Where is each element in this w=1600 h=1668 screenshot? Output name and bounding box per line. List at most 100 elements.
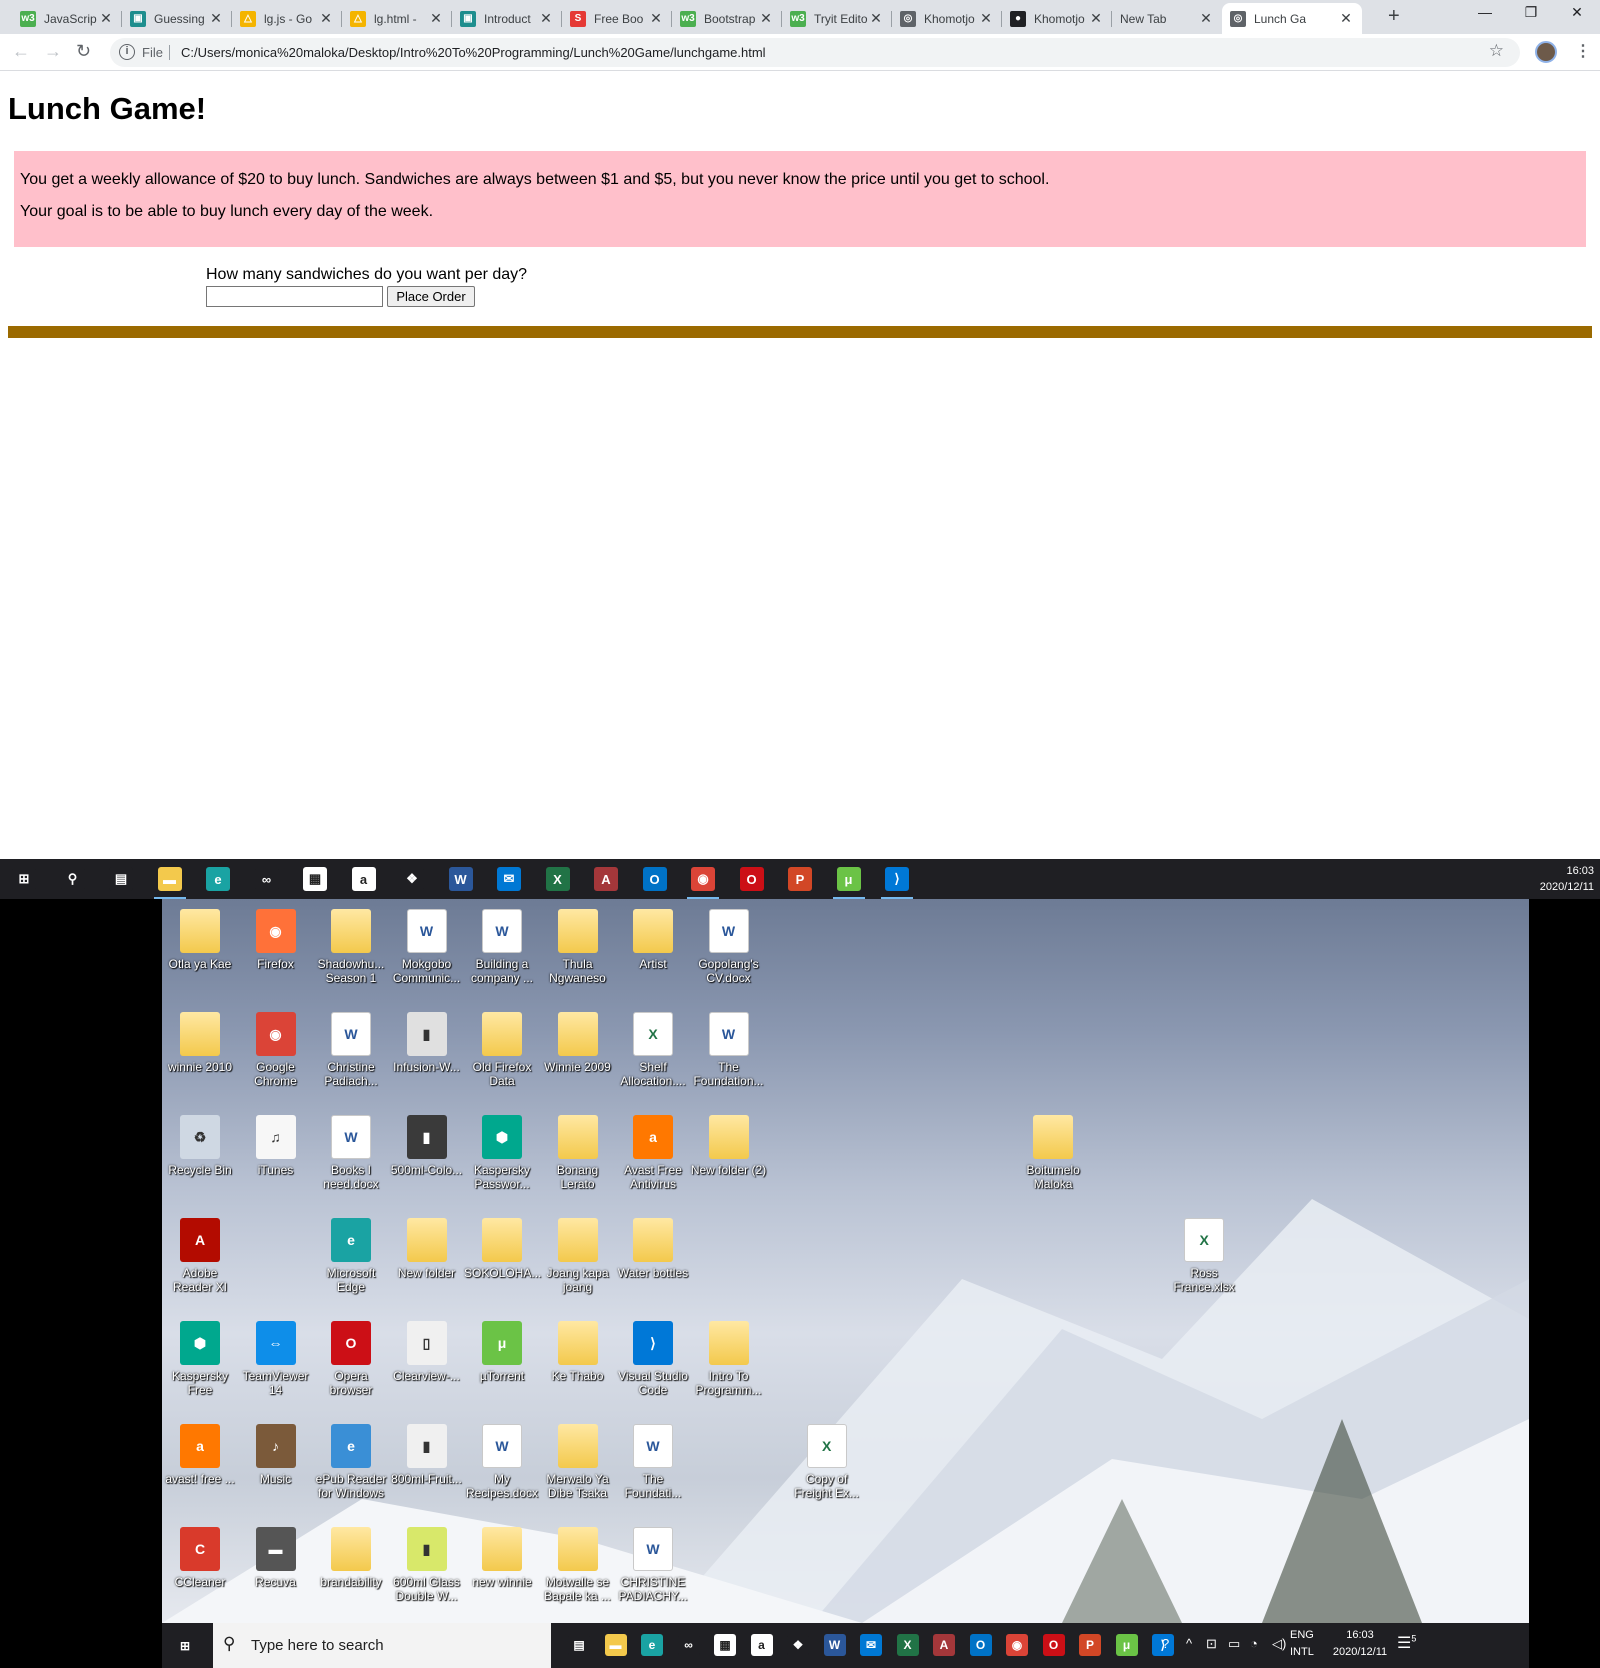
outlook-icon[interactable]: O [969,1634,992,1656]
start-icon[interactable]: ⊞ [174,1635,196,1657]
menu-kebab-icon[interactable]: ⋮ [1575,41,1591,61]
desktop-icon[interactable]: X Shelf Allocation.... [615,1012,691,1088]
start-icon[interactable]: ⊞ [12,867,36,891]
edge-icon[interactable]: e [206,867,230,891]
chrome-icon[interactable]: ◉ [687,867,719,899]
tab-close-icon[interactable]: ✕ [648,10,664,27]
desktop-icon[interactable]: ⟩ Visual Studio Code [615,1321,691,1397]
desktop-icon[interactable]: Intro To Programm... [691,1321,767,1397]
opera-icon[interactable]: O [1042,1634,1065,1656]
tab-item[interactable]: △ lg.js - Go ✕ [232,3,342,34]
utorrent-icon[interactable]: μ [1115,1634,1138,1656]
desktop-icon[interactable]: Merwalo Ya Dibe Tsaka [540,1424,616,1500]
infinity-icon[interactable]: ∞ [677,1634,700,1656]
desktop-icon[interactable]: ◉ Google Chrome [238,1012,314,1088]
desktop-icon[interactable]: X Ross France.xlsx [1166,1218,1242,1294]
info-icon[interactable]: i [119,44,135,60]
desktop-icon[interactable]: ▮ 800ml-Fruit... [389,1424,465,1486]
desktop-icon[interactable]: Winnie 2009 [540,1012,616,1074]
forward-icon[interactable]: → [44,41,62,62]
edge-icon[interactable]: e [641,1634,663,1656]
word-icon[interactable]: W [823,1634,846,1656]
desktop-icon[interactable]: SOKOLOHA... [464,1218,541,1280]
new-tab-button[interactable]: + [1388,5,1400,28]
desktop-icon[interactable]: winnie 2010 [162,1012,238,1074]
file-explorer-icon[interactable]: ▬ [604,1634,627,1656]
excel-icon[interactable]: X [896,1634,919,1656]
bookmark-star-icon[interactable]: ☆ [1489,41,1504,61]
tab-close-icon[interactable]: ✕ [538,10,554,27]
tab-item[interactable]: △ lg.html - ✕ [342,3,452,34]
tab-item[interactable]: w3 Bootstrap ✕ [672,3,782,34]
desktop-icon[interactable]: ♪ Music [238,1424,314,1486]
tab-item[interactable]: ◎ Lunch Ga ✕ [1222,3,1362,34]
task-view-icon[interactable]: ▤ [568,1634,590,1656]
desktop-icon[interactable]: Shadowhu... Season 1 [313,909,389,985]
tab-close-icon[interactable]: ✕ [1338,10,1354,27]
amazon-icon[interactable]: a [750,1634,773,1656]
taskbar-search-box[interactable]: ⚲ Type here to search [213,1623,551,1668]
help-icon[interactable]: ? [1162,1636,1169,1651]
desktop-icon[interactable]: Artist [615,909,691,971]
desktop-icon[interactable]: Ke Thabo [540,1321,616,1383]
desktop-icon[interactable]: a Avast Free Antivirus [615,1115,691,1191]
desktop-icon[interactable]: W Gopolang's CV.docx [691,909,767,985]
desktop-icon[interactable]: new winnie [464,1527,540,1589]
desktop-icon[interactable]: ⬢ Kaspersky Free [162,1321,238,1397]
desktop-icon[interactable]: Joang kapa joang [540,1218,616,1294]
excel-icon[interactable]: X [545,867,570,891]
tab-item[interactable]: ● Khomotjo ✕ [1002,3,1112,34]
access-icon[interactable]: A [933,1634,955,1656]
desktop-icon[interactable]: ⇔ TeamViewer 14 [238,1321,314,1397]
address-bar[interactable]: i File C:/Users/monica%20maloka/Desktop/… [110,38,1520,67]
sandwich-quantity-input[interactable] [206,286,383,307]
restore-button[interactable]: ❐ [1508,4,1554,21]
store-icon[interactable]: ▦ [714,1634,736,1656]
tab-close-icon[interactable]: ✕ [98,10,114,27]
desktop-icon[interactable]: ♫ iTunes [238,1115,314,1177]
desktop-icon[interactable]: μ µTorrent [464,1321,540,1383]
desktop-icon[interactable]: O Opera browser [313,1321,389,1397]
dropbox-icon[interactable]: ❖ [400,867,424,891]
desktop-icon[interactable]: X Copy of Freight Ex... [789,1424,865,1500]
desktop-icon[interactable]: Motwalle se Bapale ka ... [540,1527,616,1603]
task-view-icon[interactable]: ▤ [109,867,133,891]
file-explorer-icon[interactable]: ▬ [153,867,186,899]
inner-taskbar-clock[interactable]: 16:03 2020/12/11 [1328,1627,1392,1661]
desktop-icon[interactable]: W Christine Padiach... [313,1012,389,1088]
tab-item[interactable]: ▣ Introduct ✕ [452,3,562,34]
profile-avatar[interactable] [1535,41,1557,63]
desktop-icon[interactable]: W Books I need.docx [313,1115,389,1191]
desktop-icon[interactable]: New folder [389,1218,465,1280]
tab-close-icon[interactable]: ✕ [1198,10,1214,27]
desktop-icon[interactable]: W The Foundati... [615,1424,691,1500]
desktop-icon[interactable]: Bonang Lerato [540,1115,616,1191]
desktop-icon[interactable]: ♻ Recycle Bin [162,1115,238,1177]
utorrent-icon[interactable]: μ [832,867,865,899]
desktop-icon[interactable]: W My Recipes.docx [464,1424,540,1500]
desktop-icon[interactable]: ▬ Recuva [238,1527,314,1589]
tab-close-icon[interactable]: ✕ [978,10,994,27]
tab-item[interactable]: ▣ Guessing ✕ [122,3,232,34]
desktop-icon[interactable]: ▮ 600ml Glass Double W... [389,1527,465,1603]
tab-close-icon[interactable]: ✕ [318,10,334,27]
notifications-icon[interactable]: ☰5 [1397,1633,1416,1653]
taskbar-clock[interactable]: 16:03 2020/12/11 [1540,863,1594,895]
volume-icon[interactable]: ◁) [1272,1636,1286,1652]
desktop-icon[interactable]: ▮ 500ml-Colo... [389,1115,465,1177]
desktop-icon[interactable]: Boitumelo Maloka [1015,1115,1091,1191]
amazon-icon[interactable]: a [351,867,376,891]
language-indicator[interactable]: ENG INTL [1290,1627,1314,1661]
desktop-icon[interactable]: C CCleaner [162,1527,238,1589]
place-order-button[interactable]: Place Order [387,286,475,307]
vscode-icon[interactable]: ⟩ [881,867,913,899]
desktop-icon[interactable]: Old Firefox Data [464,1012,540,1088]
mail-icon[interactable]: ✉ [497,867,521,891]
battery-icon[interactable]: ▭ [1228,1636,1240,1652]
desktop-icon[interactable]: Thula Ngwaneso [540,909,616,985]
devices-icon[interactable]: ⊡ [1206,1636,1217,1652]
search-icon[interactable]: ⚲ [60,867,85,891]
desktop-icon[interactable]: ◉ Firefox [238,909,314,971]
powerpoint-icon[interactable]: P [788,867,812,891]
tab-close-icon[interactable]: ✕ [1088,10,1104,27]
